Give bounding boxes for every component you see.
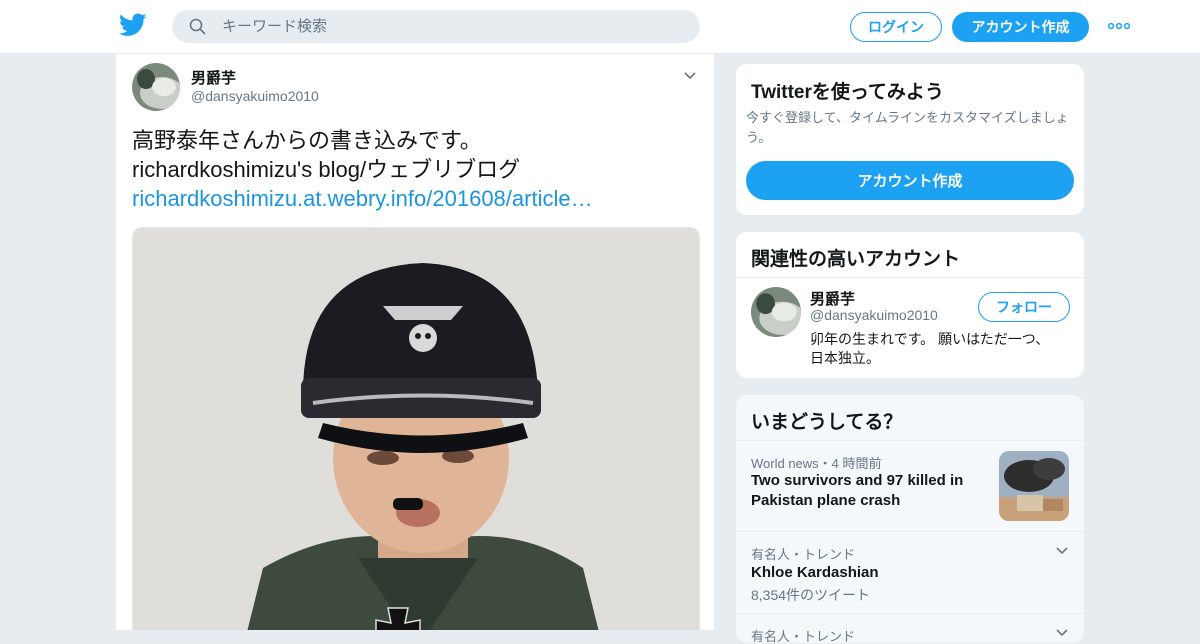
trends-card: いまどうしてる？ World news・4 時間前 Two survivors …: [735, 394, 1085, 644]
signup-card-body: 今すぐ登録して、タイムラインをカスタマイズしましょう。: [746, 110, 1069, 145]
chevron-down-icon[interactable]: [1054, 546, 1070, 556]
trend-item[interactable]: 有名人・トレンド: [736, 613, 1084, 644]
tweet-author-handle[interactable]: @dansyakuimo2010: [191, 88, 319, 104]
chevron-down-icon[interactable]: [682, 70, 698, 82]
tweet-text-line: richardkoshimizu's blog/ウェブリブログ: [132, 157, 521, 182]
account-name[interactable]: 男爵芋: [810, 288, 855, 309]
tweet-photo[interactable]: [132, 227, 700, 630]
trend-headline: Khloe Kardashian: [751, 564, 879, 581]
follow-button[interactable]: フォロー: [978, 292, 1070, 322]
account-handle[interactable]: @dansyakuimo2010: [810, 307, 938, 323]
signup-button[interactable]: アカウント作成: [952, 12, 1089, 42]
avatar-image: [132, 63, 180, 111]
trend-thumbnail: [999, 451, 1069, 521]
avatar-image: [751, 287, 801, 337]
account-bio: 卯年の生まれです。 願いはただ一つ、日本独立。: [810, 331, 1050, 366]
login-button[interactable]: ログイン: [850, 12, 942, 42]
related-accounts-title: 関連性の高いアカウント: [751, 249, 961, 270]
search-box[interactable]: [172, 10, 700, 43]
more-icon[interactable]: [1107, 20, 1131, 32]
create-account-button[interactable]: アカウント作成: [746, 161, 1074, 200]
trend-thumbnail-image: [999, 451, 1069, 521]
top-bar: ログイン アカウント作成: [0, 0, 1200, 54]
search-icon: [189, 18, 206, 35]
trends-title: いまどうしてる？: [751, 412, 903, 433]
signup-card: Twitterを使ってみよう 今すぐ登録して、タイムラインをカスタマイズしましょ…: [735, 63, 1085, 216]
avatar[interactable]: [132, 63, 180, 111]
trend-meta: World news・4 時間前: [751, 456, 882, 471]
signup-card-title: Twitterを使ってみよう: [751, 82, 944, 103]
avatar[interactable]: [751, 287, 801, 337]
tweet-author-name[interactable]: 男爵芋: [191, 67, 236, 88]
trend-item[interactable]: 有名人・トレンド Khloe Kardashian 8,354件のツイート: [736, 531, 1084, 613]
tweet-link[interactable]: richardkoshimizu.at.webry.info/201608/ar…: [132, 184, 702, 213]
trend-tweet-count: 8,354件のツイート: [751, 587, 871, 603]
search-input[interactable]: [222, 10, 682, 43]
twitter-bird-icon[interactable]: [119, 13, 147, 37]
tweet: 男爵芋 @dansyakuimo2010 高野泰年さんからの書き込みです。 ri…: [115, 54, 715, 630]
trend-item[interactable]: World news・4 時間前 Two survivors and 97 ki…: [736, 440, 1084, 531]
trend-headline: Two survivors and 97 killed in Pakistan …: [751, 472, 964, 509]
tweet-photo-image: [133, 228, 699, 630]
tweet-text-line: 高野泰年さんからの書き込みです。: [132, 128, 482, 153]
divider: [736, 277, 1084, 278]
trend-meta: 有名人・トレンド: [751, 629, 856, 644]
related-accounts-card: 関連性の高いアカウント 男爵芋 @dansyakuimo2010 卯年の生まれで…: [735, 231, 1085, 379]
trend-meta: 有名人・トレンド: [751, 547, 856, 562]
tweet-text: 高野泰年さんからの書き込みです。 richardkoshimizu's blog…: [132, 126, 702, 213]
